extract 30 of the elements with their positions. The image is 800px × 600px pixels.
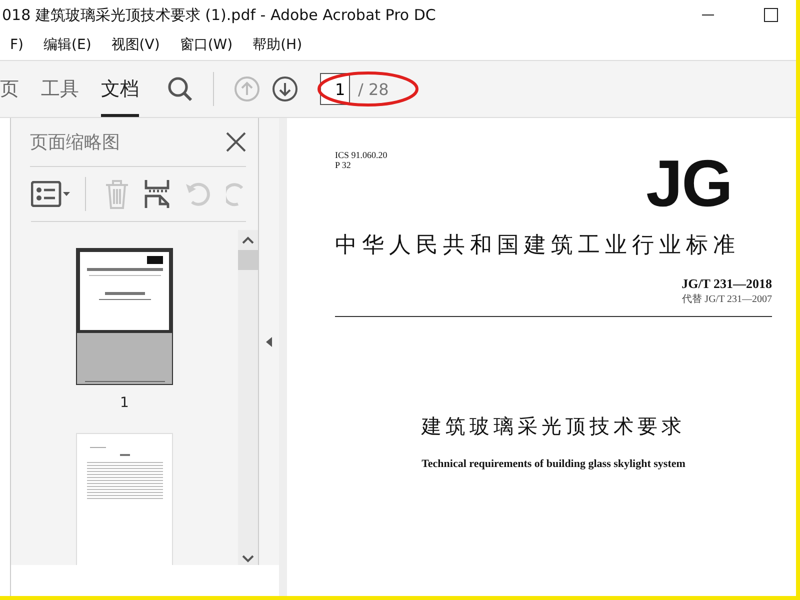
page-thumbnail[interactable] <box>76 248 173 385</box>
replaces-note: 代替 JG/T 231—2007 <box>682 292 772 306</box>
menu-item[interactable]: 编辑(E) <box>44 36 92 54</box>
jg-logo: JG <box>646 150 732 216</box>
scroll-thumb[interactable] <box>238 250 258 270</box>
standard-number: JG/T 231—2018 <box>682 276 772 292</box>
page-number-label: 1 <box>120 395 129 411</box>
maximize-icon[interactable] <box>764 8 778 22</box>
tab[interactable]: 工具 <box>41 61 79 117</box>
search-icon[interactable] <box>167 76 193 102</box>
document-title: 建筑玻璃采光顶技术要求 <box>420 413 686 440</box>
page-insert-icon[interactable] <box>144 179 170 209</box>
ics-code: ICS 91.060.20 <box>335 150 388 160</box>
class-code: P 32 <box>335 160 352 170</box>
standard-header: 中华人民共和国建筑工业行业标准 <box>335 232 741 260</box>
menu-item[interactable]: 帮助(H) <box>252 36 302 54</box>
scroll-down-icon[interactable] <box>242 555 254 563</box>
window-title: 018 建筑玻璃采光顶技术要求 (1).pdf - Adobe Acrobat Pro DC <box>2 6 436 24</box>
menu-item[interactable]: 视图(V) <box>111 36 160 54</box>
document-subtitle: Technical requirements of building glass skylight system <box>420 458 686 470</box>
panel-title: 页面缩略图 <box>30 131 120 154</box>
scroll-up-icon[interactable] <box>242 236 254 244</box>
close-icon[interactable] <box>226 132 246 152</box>
menu-item[interactable]: 窗口(W) <box>180 36 233 54</box>
page-total: / 28 <box>358 80 389 98</box>
scrollbar[interactable] <box>238 230 258 565</box>
list-options-icon[interactable] <box>31 181 71 207</box>
collapse-arrow-icon[interactable] <box>266 336 272 346</box>
tab[interactable]: 页 <box>0 61 19 117</box>
menu-item[interactable]: F) <box>10 37 24 53</box>
